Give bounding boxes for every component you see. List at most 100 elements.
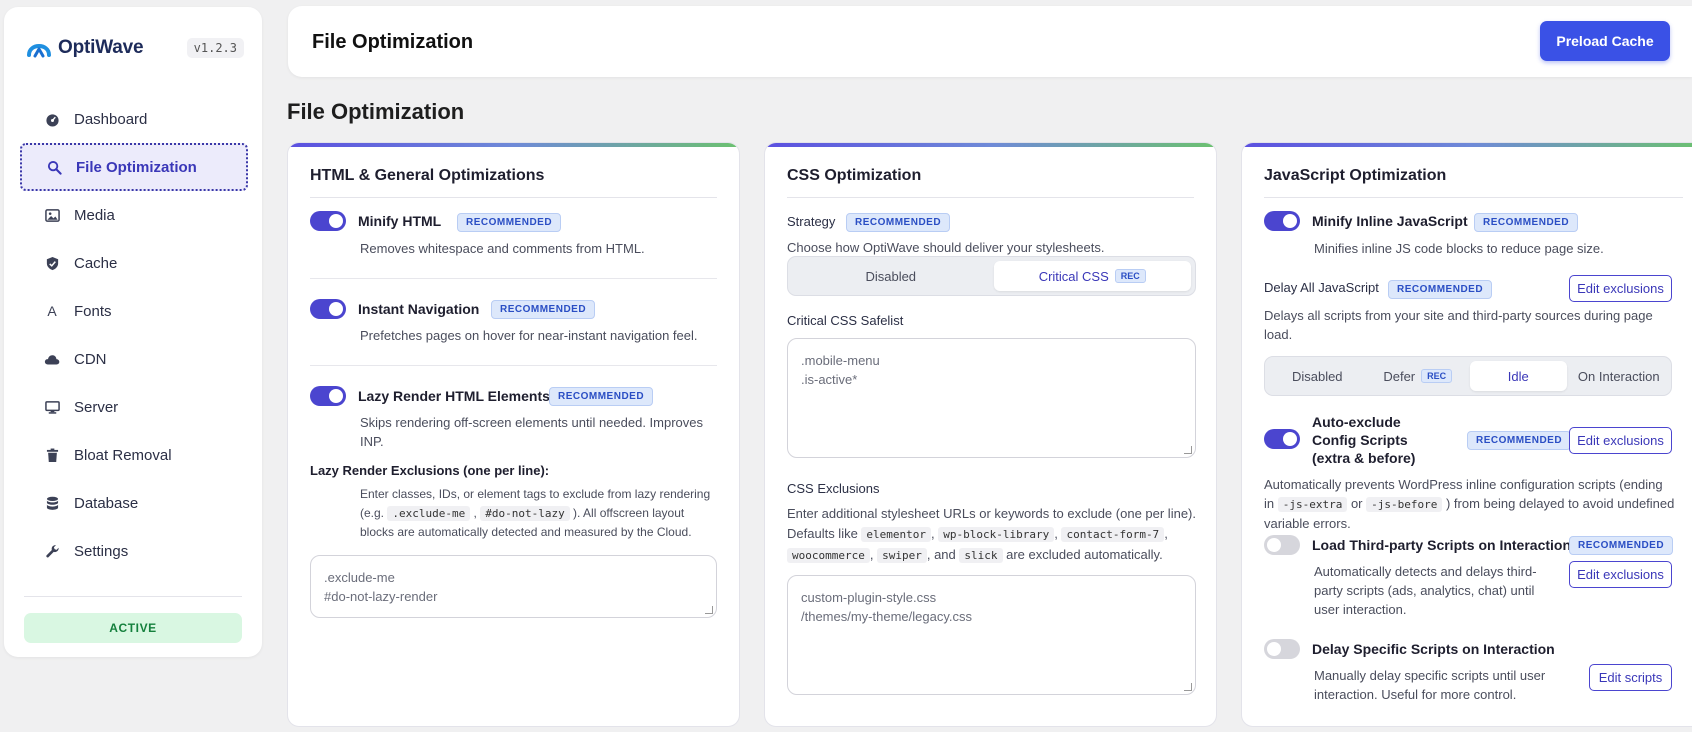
recommended-badge: RECOMMENDED <box>457 213 562 232</box>
lazy-exclusions-textarea[interactable]: .exclude-me #do-not-lazy-render <box>310 555 717 618</box>
sidebar-item-bloat-removal[interactable]: Bloat Removal <box>20 431 248 479</box>
card-divider <box>787 197 1194 198</box>
delay-all-desc: Delays all scripts from your site and th… <box>1264 308 1653 342</box>
delay-specific-desc: Manually delay specific scripts until us… <box>1314 668 1546 702</box>
sidebar-item-label: Dashboard <box>74 110 148 128</box>
minify-html-label: Minify HTML <box>358 213 442 229</box>
sidebar-item-label: Media <box>74 206 115 224</box>
code-snippet: swiper <box>877 548 927 563</box>
sidebar-nav: Dashboard File Optimization Media Cache … <box>20 95 248 575</box>
sidebar-item-fonts[interactable]: A Fonts <box>20 287 248 335</box>
third-party-toggle[interactable] <box>1264 535 1300 555</box>
lazy-exclusions-help: Enter classes, IDs, or element tags to e… <box>360 487 711 539</box>
lazy-render-toggle[interactable] <box>310 386 346 406</box>
sidebar-item-database[interactable]: Database <box>20 479 248 527</box>
card-title: JavaScript Optimization <box>1264 167 1447 184</box>
version-badge: v1.2.3 <box>186 38 244 58</box>
trash-icon <box>44 447 60 463</box>
minify-html-desc: Removes whitespace and comments from HTM… <box>360 241 645 256</box>
code-snippet: slick <box>959 548 1003 563</box>
sidebar-item-label: Fonts <box>74 302 112 320</box>
third-party-label: Load Third-party Scripts on Interaction <box>1312 537 1572 553</box>
rec-badge: REC <box>1421 369 1453 383</box>
css-optimization-card: CSS Optimization Strategy RECOMMENDED Ch… <box>764 142 1217 727</box>
lazy-render-label: Lazy Render HTML Elements <box>358 388 550 404</box>
auto-exclude-desc: Automatically prevents WordPress inline … <box>1264 477 1675 531</box>
recommended-badge: RECOMMENDED <box>549 387 654 406</box>
sidebar-item-settings[interactable]: Settings <box>20 527 248 575</box>
cache-icon <box>44 255 60 271</box>
lazy-render-desc: Skips rendering off-screen elements unti… <box>360 415 704 449</box>
auto-exclude-label: Auto-exclude Config Scripts (extra & bef… <box>1312 414 1416 466</box>
dashboard-icon <box>44 111 60 127</box>
delay-all-edit-exclusions-button[interactable]: Edit exclusions <box>1569 275 1672 302</box>
card-title: CSS Optimization <box>787 167 922 184</box>
brand-name: OptiWave <box>58 37 144 58</box>
card-divider <box>310 197 717 198</box>
delay-option-defer[interactable]: Defer REC <box>1370 361 1467 391</box>
recommended-badge: RECOMMENDED <box>491 300 596 319</box>
brand[interactable]: OptiWave <box>26 35 144 61</box>
sidebar-item-cache[interactable]: Cache <box>20 239 248 287</box>
sidebar-item-label: CDN <box>74 350 107 368</box>
css-exclusions-help: Enter additional stylesheet URLs or keyw… <box>787 506 1196 563</box>
code-snippet: -js-before <box>1366 497 1443 512</box>
javascript-optimization-card: JavaScript Optimization Minify Inline Ja… <box>1241 142 1692 727</box>
sidebar-divider <box>24 596 242 597</box>
minify-html-toggle[interactable] <box>310 211 346 231</box>
minify-js-desc: Minifies inline JS code blocks to reduce… <box>1314 241 1604 256</box>
wrench-icon <box>44 543 60 559</box>
code-snippet: #do-not-lazy <box>480 506 570 521</box>
auto-exclude-toggle[interactable] <box>1264 429 1300 449</box>
delay-specific-label: Delay Specific Scripts on Interaction <box>1312 641 1555 657</box>
css-exclusions-label: CSS Exclusions <box>787 481 880 496</box>
delay-specific-toggle[interactable] <box>1264 639 1300 659</box>
card-divider <box>1264 197 1683 198</box>
delay-option-on-interaction[interactable]: On Interaction <box>1571 361 1668 391</box>
section-divider <box>310 365 717 366</box>
database-icon <box>44 495 60 511</box>
strategy-option-disabled[interactable]: Disabled <box>792 261 990 291</box>
third-party-edit-exclusions-button[interactable]: Edit exclusions <box>1569 561 1672 588</box>
search-icon <box>46 159 62 175</box>
minify-js-toggle[interactable] <box>1264 211 1300 231</box>
delay-specific-edit-scripts-button[interactable]: Edit scripts <box>1589 664 1672 691</box>
section-divider <box>310 278 717 279</box>
code-snippet: elementor <box>861 527 932 542</box>
code-snippet: -js-extra <box>1277 497 1348 512</box>
header-title: File Optimization <box>312 31 474 53</box>
recommended-badge: RECOMMENDED <box>1467 431 1572 450</box>
recommended-badge: RECOMMENDED <box>1388 280 1493 299</box>
sidebar-item-server[interactable]: Server <box>20 383 248 431</box>
recommended-badge: RECOMMENDED <box>1474 213 1579 232</box>
sidebar-item-cdn[interactable]: CDN <box>20 335 248 383</box>
strategy-label: Strategy <box>787 214 836 229</box>
code-snippet: woocommerce <box>787 548 870 563</box>
instant-navigation-toggle[interactable] <box>310 299 346 319</box>
recommended-badge: RECOMMENDED <box>1569 536 1674 555</box>
code-snippet: contact-form-7 <box>1061 527 1165 542</box>
html-optimizations-card: HTML & General Optimizations Minify HTML… <box>287 142 740 727</box>
sidebar-item-media[interactable]: Media <box>20 191 248 239</box>
delay-all-label: Delay All JavaScript <box>1264 280 1379 295</box>
monitor-icon <box>44 399 60 415</box>
instant-navigation-label: Instant Navigation <box>358 301 480 317</box>
delay-option-disabled[interactable]: Disabled <box>1269 361 1366 391</box>
minify-js-label: Minify Inline JavaScript <box>1312 213 1468 229</box>
strategy-option-critical-css[interactable]: Critical CSS REC <box>993 261 1191 291</box>
instant-navigation-desc: Prefetches pages on hover for near-insta… <box>360 328 698 343</box>
sidebar-item-dashboard[interactable]: Dashboard <box>20 95 248 143</box>
safelist-label: Critical CSS Safelist <box>787 313 904 328</box>
auto-exclude-edit-exclusions-button[interactable]: Edit exclusions <box>1569 427 1672 454</box>
third-party-desc: Automatically detects and delays third-p… <box>1314 564 1537 617</box>
code-snippet: wp-block-library <box>938 527 1055 542</box>
sidebar-item-label: Server <box>74 398 119 416</box>
delay-mode-selector: Disabled Defer REC Idle On Interaction <box>1264 356 1672 396</box>
card-title: HTML & General Optimizations <box>310 167 545 184</box>
sidebar-item-file-optimization[interactable]: File Optimization <box>20 143 248 191</box>
delay-option-idle[interactable]: Idle <box>1470 361 1567 391</box>
cloud-icon <box>44 351 60 367</box>
preload-cache-button[interactable]: Preload Cache <box>1540 21 1670 61</box>
css-exclusions-textarea[interactable]: custom-plugin-style.css /themes/my-theme… <box>787 575 1196 695</box>
safelist-textarea[interactable]: .mobile-menu .is-active* <box>787 338 1196 458</box>
